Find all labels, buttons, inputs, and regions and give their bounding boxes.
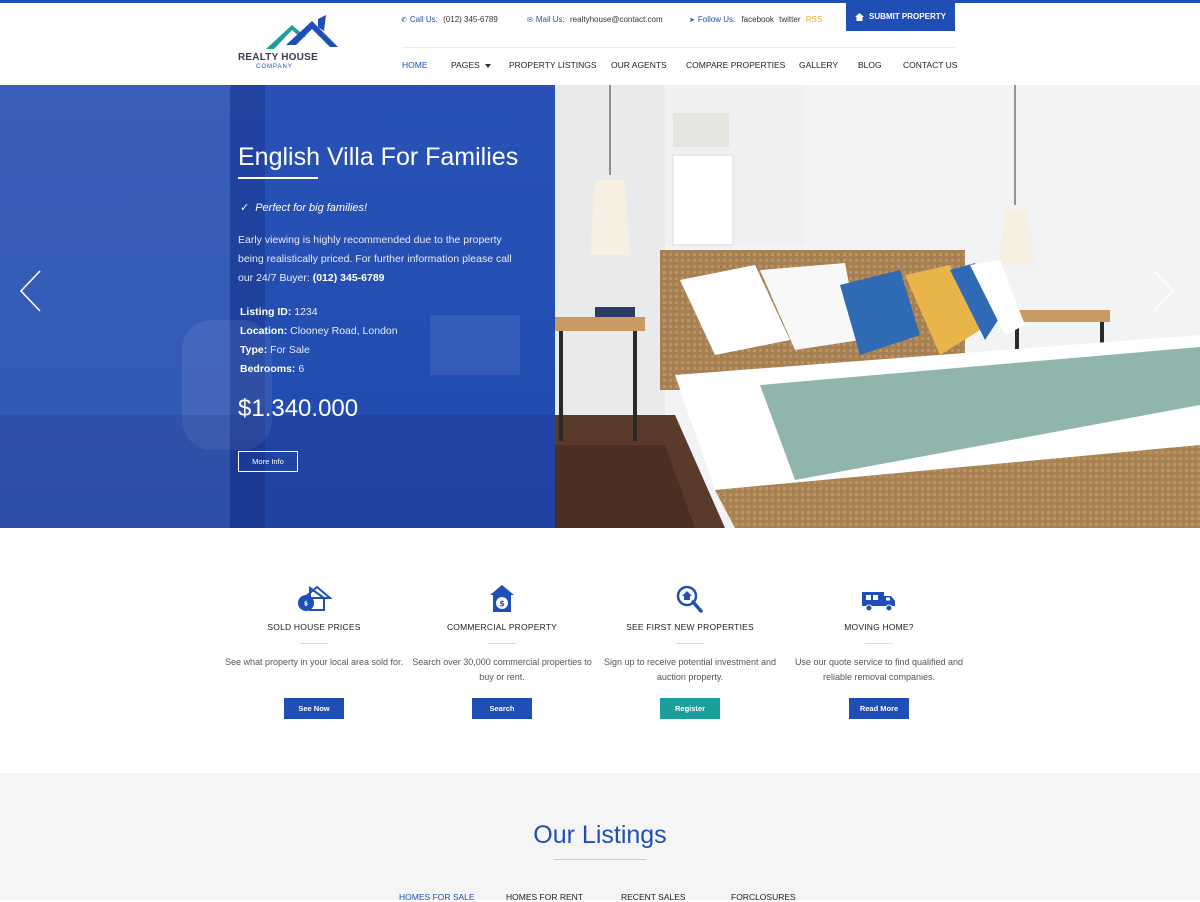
mail-us-info: ✉ Mail Us: realtyhouse@contact.com [527, 15, 663, 24]
features-section: $ SOLD HOUSE PRICES See what property in… [0, 528, 1200, 773]
feature-divider [300, 643, 328, 644]
social-link-rss[interactable]: RSS [806, 15, 822, 24]
slide-tagline: ✓ Perfect for big families! [240, 201, 367, 214]
detail-bedrooms: Bedrooms: 6 [240, 360, 398, 379]
property-details: Listing ID: 1234 Location: Clooney Road,… [240, 303, 398, 379]
overlay-bench [430, 315, 520, 375]
logo-roof-icon [266, 15, 338, 49]
slide-title: English Villa For Families [238, 143, 519, 171]
feature-divider [488, 643, 516, 644]
feature-divider [676, 643, 704, 644]
bedroom-image [555, 85, 1200, 528]
social-link-twitter[interactable]: twitter [779, 15, 800, 24]
mail-address[interactable]: realtyhouse@contact.com [570, 15, 663, 24]
logo-name: REALTY HOUSE [238, 52, 318, 63]
listings-title: Our Listings [533, 821, 667, 849]
magnifier-house-icon [676, 585, 703, 613]
feature-title: SEE FIRST NEW PROPERTIES [626, 622, 754, 632]
slide-description: Early viewing is highly recommended due … [238, 231, 528, 288]
phone-icon: ✆ [401, 17, 407, 24]
submit-property-button[interactable]: SUBMIT PROPERTY [846, 2, 955, 31]
see-now-button[interactable]: See Now [284, 698, 344, 719]
detail-location: Location: Clooney Road, London [240, 322, 398, 341]
feature-title: MOVING HOME? [844, 622, 914, 632]
tab-homes-for-sale[interactable]: HOMES FOR SALE [399, 892, 475, 902]
hero-slider: English Villa For Families ✓ Perfect for … [0, 85, 1200, 528]
submit-property-label: SUBMIT PROPERTY [869, 12, 946, 21]
nav-home[interactable]: HOME [402, 60, 428, 70]
slider-prev-arrow-icon[interactable] [18, 269, 42, 313]
feature-new-properties: SEE FIRST NEW PROPERTIES Sign up to rece… [600, 584, 780, 719]
logo-subtitle: COMPANY [256, 64, 293, 70]
share-icon: ➤ [689, 17, 695, 24]
svg-text:$: $ [304, 601, 308, 608]
call-label: Call Us: [409, 15, 438, 24]
logo[interactable]: REALTY HOUSE COMPANY [238, 15, 348, 75]
title-underline [238, 177, 318, 179]
slider-next-arrow-icon[interactable] [1152, 269, 1176, 313]
buyer-phone: (012) 345-6789 [312, 272, 385, 284]
feature-moving-home: MOVING HOME? Use our quote service to fi… [789, 584, 969, 719]
check-icon: ✓ [240, 202, 250, 214]
mail-label: Mail Us: [535, 15, 565, 24]
more-info-button[interactable]: More Info [238, 451, 298, 472]
moving-truck-icon [862, 592, 895, 612]
tab-recent-sales[interactable]: RECENT SALES [621, 892, 686, 902]
register-button[interactable]: Register [660, 698, 720, 719]
nav-contact-us[interactable]: CONTACT US [903, 60, 957, 70]
feature-title: SOLD HOUSE PRICES [267, 622, 361, 632]
feature-text: Use our quote service to find qualified … [794, 657, 964, 682]
detail-type: Type: For Sale [240, 341, 398, 360]
nav-gallery[interactable]: GALLERY [799, 60, 838, 70]
feature-title: COMMERCIAL PROPERTY [446, 622, 558, 632]
search-button[interactable]: Search [472, 698, 532, 719]
feature-text: Sign up to receive potential investment … [603, 657, 777, 682]
detail-value: Clooney Road, London [290, 325, 398, 337]
nav-blog[interactable]: BLOG [858, 60, 882, 70]
feature-text: See what property in your local area sol… [224, 657, 404, 667]
nav-pages[interactable]: PAGES [451, 60, 491, 70]
tab-forclosures[interactable]: FORCLOSURES [731, 892, 796, 902]
social-link-facebook[interactable]: facebook [741, 15, 773, 24]
listings-section: Our Listings HOMES FOR SALE HOMES FOR RE… [0, 773, 1200, 902]
detail-value: 6 [298, 363, 305, 375]
mail-icon: ✉ [527, 17, 533, 24]
feature-text: Search over 30,000 commercial properties… [412, 657, 592, 682]
tagline-text: Perfect for big families! [255, 202, 368, 214]
nav-property-listings[interactable]: PROPERTY LISTINGS [509, 60, 597, 70]
read-more-button[interactable]: Read More [849, 698, 909, 719]
feature-sold-prices: $ SOLD HOUSE PRICES See what property in… [224, 584, 404, 719]
sold-house-icon: $ [298, 585, 332, 611]
property-price: $1.340.000 [238, 395, 359, 422]
feature-divider [865, 643, 893, 644]
tab-homes-for-rent[interactable]: HOMES FOR RENT [506, 892, 583, 902]
detail-label: Bedrooms: [240, 363, 296, 375]
house-dollar-icon: $ [490, 585, 514, 612]
chevron-down-icon [484, 63, 491, 68]
site-header: REALTY HOUSE COMPANY ✆ Call Us: (012) 345… [0, 2, 1200, 85]
detail-label: Location: [240, 325, 288, 337]
follow-us-info: ➤ Follow Us: facebook twitter RSS [689, 15, 822, 24]
nav-our-agents[interactable]: OUR AGENTS [611, 60, 667, 70]
listings-divider [554, 859, 646, 860]
call-number[interactable]: (012) 345-6789 [443, 15, 498, 24]
nav-compare-properties[interactable]: COMPARE PROPERTIES [686, 60, 785, 70]
nav-pages-label: PAGES [451, 60, 480, 70]
svg-text:$: $ [499, 599, 505, 608]
home-icon [855, 12, 865, 21]
detail-value: For Sale [270, 344, 310, 356]
feature-commercial: $ COMMERCIAL PROPERTY Search over 30,000… [412, 584, 592, 719]
detail-label: Listing ID: [240, 306, 292, 318]
hero-photo [555, 85, 1200, 528]
call-us-info: ✆ Call Us: (012) 345-6789 [401, 15, 498, 24]
detail-label: Type: [240, 344, 268, 356]
header-divider [402, 47, 955, 48]
detail-value: 1234 [294, 306, 318, 318]
detail-listing-id: Listing ID: 1234 [240, 303, 398, 322]
follow-label: Follow Us: [697, 15, 736, 24]
